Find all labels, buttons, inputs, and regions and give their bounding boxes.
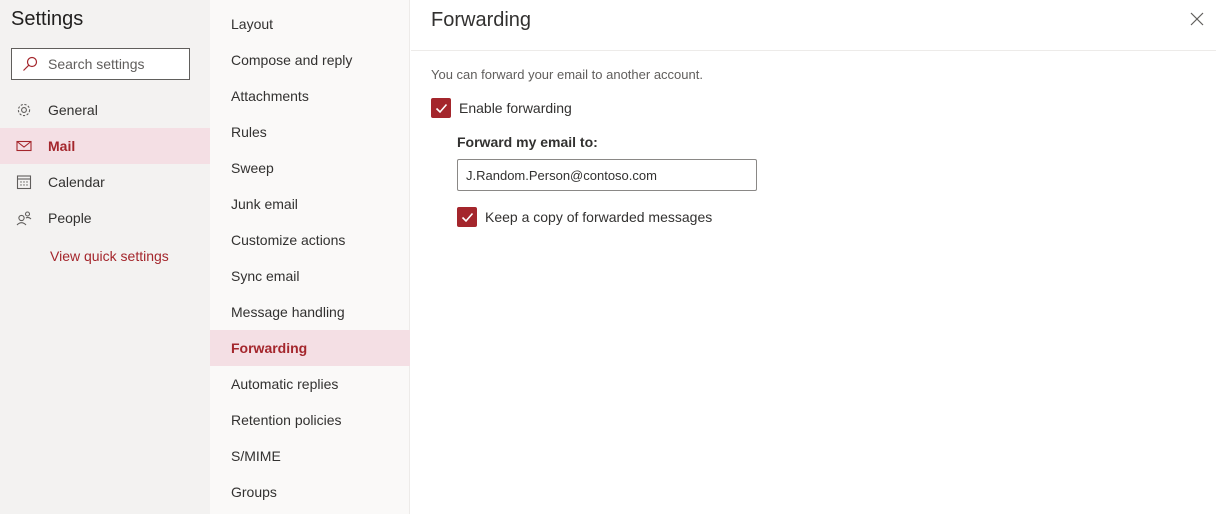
view-quick-settings-link[interactable]: View quick settings [50, 248, 169, 264]
category-rules[interactable]: Rules [210, 114, 410, 150]
category-message-handling[interactable]: Message handling [210, 294, 410, 330]
category-list: Layout Compose and reply Attachments Rul… [210, 6, 410, 510]
checkbox-label: Keep a copy of forwarded messages [485, 209, 713, 225]
settings-title: Settings [11, 8, 84, 30]
checkmark-icon [435, 103, 447, 113]
category-retention-policies[interactable]: Retention policies [210, 402, 410, 438]
category-junk-email[interactable]: Junk email [210, 186, 410, 222]
nav-item-people[interactable]: People [0, 200, 210, 236]
category-smime[interactable]: S/MIME [210, 438, 410, 474]
people-icon [16, 211, 32, 226]
mail-icon [16, 140, 32, 152]
mail-categories-panel: Layout Compose and reply Attachments Rul… [210, 0, 410, 514]
search-input[interactable] [48, 56, 188, 72]
nav-item-calendar[interactable]: Calendar [0, 164, 210, 200]
category-layout[interactable]: Layout [210, 6, 410, 42]
forwarding-description: You can forward your email to another ac… [431, 67, 703, 82]
forward-to-label: Forward my email to: [457, 134, 598, 150]
nav-item-mail[interactable]: Mail [0, 128, 210, 164]
nav-item-label: Mail [48, 138, 76, 154]
category-attachments[interactable]: Attachments [210, 78, 410, 114]
nav-item-general[interactable]: General [0, 92, 210, 128]
nav-item-label: People [48, 210, 92, 226]
pane-header: Forwarding [411, 0, 1216, 51]
search-icon [23, 56, 38, 71]
enable-forwarding-checkbox[interactable]: Enable forwarding [431, 98, 572, 118]
category-sweep[interactable]: Sweep [210, 150, 410, 186]
category-forwarding[interactable]: Forwarding [210, 330, 410, 366]
settings-panel: Settings General Mail [0, 0, 210, 514]
settings-nav: General Mail Calendar People [0, 92, 210, 236]
category-sync-email[interactable]: Sync email [210, 258, 410, 294]
category-groups[interactable]: Groups [210, 474, 410, 510]
gear-icon [17, 103, 31, 117]
category-automatic-replies[interactable]: Automatic replies [210, 366, 410, 402]
calendar-icon [16, 175, 32, 190]
checkbox-label: Enable forwarding [459, 100, 572, 116]
forward-to-input[interactable] [457, 159, 757, 191]
page-title: Forwarding [431, 9, 532, 31]
nav-item-label: General [48, 102, 98, 118]
checkbox-checked[interactable] [457, 207, 477, 227]
close-icon[interactable] [1190, 12, 1204, 26]
checkbox-checked[interactable] [431, 98, 451, 118]
keep-copy-checkbox[interactable]: Keep a copy of forwarded messages [457, 207, 712, 227]
forwarding-pane: Forwarding You can forward your email to… [411, 0, 1216, 514]
category-customize-actions[interactable]: Customize actions [210, 222, 410, 258]
checkmark-icon [461, 212, 473, 222]
category-compose-and-reply[interactable]: Compose and reply [210, 42, 410, 78]
nav-item-label: Calendar [48, 174, 105, 190]
search-box[interactable] [11, 48, 190, 80]
